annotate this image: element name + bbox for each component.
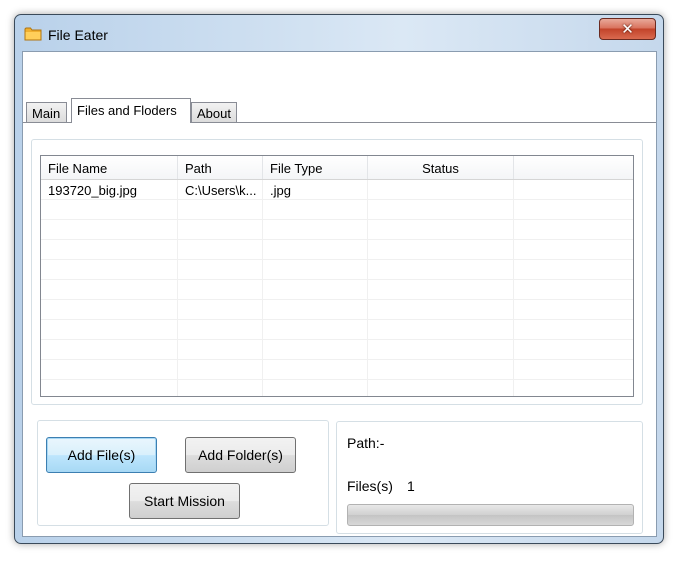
table-cell xyxy=(41,340,178,360)
table-cell xyxy=(368,200,514,220)
table-cell xyxy=(263,380,368,396)
table-cell xyxy=(514,340,633,360)
table-cell xyxy=(368,340,514,360)
table-cell xyxy=(368,260,514,280)
column-header-file-name[interactable]: File Name xyxy=(41,156,178,179)
empty-row xyxy=(41,340,633,360)
app-window: File Eater ✕ Main Files and Floders Abou… xyxy=(14,14,664,544)
column-header-empty xyxy=(514,156,633,179)
table-cell xyxy=(263,200,368,220)
table-cell xyxy=(263,360,368,380)
table-cell xyxy=(178,360,263,380)
table-cell xyxy=(368,280,514,300)
table-cell xyxy=(514,320,633,340)
table-cell xyxy=(41,320,178,340)
info-group: Path:- Files(s) 1 xyxy=(336,421,643,534)
table-row[interactable]: 193720_big.jpg C:\Users\k... .jpg xyxy=(41,180,633,200)
empty-row xyxy=(41,280,633,300)
empty-row xyxy=(41,360,633,380)
start-mission-button[interactable]: Start Mission xyxy=(129,483,240,519)
table-cell xyxy=(368,300,514,320)
table-cell xyxy=(514,280,633,300)
table-cell xyxy=(178,320,263,340)
column-header-path[interactable]: Path xyxy=(178,156,263,179)
progress-bar xyxy=(347,504,634,526)
table-cell xyxy=(41,380,178,396)
window-title: File Eater xyxy=(48,27,108,43)
files-count-label: Files(s) xyxy=(347,478,393,494)
folder-icon xyxy=(24,27,42,41)
table-cell xyxy=(178,280,263,300)
table-cell xyxy=(178,240,263,260)
table-cell: 193720_big.jpg xyxy=(41,180,178,200)
table-cell xyxy=(41,300,178,320)
table-cell xyxy=(178,380,263,396)
close-button[interactable]: ✕ xyxy=(599,18,656,40)
table-cell xyxy=(514,380,633,396)
table-cell xyxy=(263,220,368,240)
title-bar[interactable]: File Eater ✕ xyxy=(15,15,663,49)
table-cell xyxy=(368,320,514,340)
file-list[interactable]: File Name Path File Type Status 193720_b… xyxy=(40,155,634,397)
client-area: Main Files and Floders About File Name P… xyxy=(22,51,657,537)
table-cell xyxy=(263,300,368,320)
file-list-header: File Name Path File Type Status xyxy=(41,156,633,180)
table-cell xyxy=(514,360,633,380)
table-cell xyxy=(178,300,263,320)
files-tab-panel: File Name Path File Type Status 193720_b… xyxy=(23,122,656,536)
tab-about[interactable]: About xyxy=(191,102,237,122)
table-cell xyxy=(368,360,514,380)
files-count-value: 1 xyxy=(407,478,415,494)
table-cell xyxy=(514,260,633,280)
table-cell: C:\Users\k... xyxy=(178,180,263,200)
empty-row xyxy=(41,240,633,260)
table-cell xyxy=(368,380,514,396)
table-cell xyxy=(41,200,178,220)
table-cell xyxy=(514,200,633,220)
table-cell xyxy=(263,340,368,360)
table-cell xyxy=(514,300,633,320)
empty-row xyxy=(41,300,633,320)
table-cell xyxy=(263,320,368,340)
column-header-file-type[interactable]: File Type xyxy=(263,156,368,179)
table-cell xyxy=(514,180,633,200)
table-cell xyxy=(263,260,368,280)
table-cell xyxy=(178,200,263,220)
empty-row xyxy=(41,380,633,396)
empty-row xyxy=(41,200,633,220)
table-cell xyxy=(263,240,368,260)
table-cell: .jpg xyxy=(263,180,368,200)
column-header-status[interactable]: Status xyxy=(368,156,514,179)
table-cell xyxy=(263,280,368,300)
table-cell xyxy=(41,360,178,380)
table-cell xyxy=(514,240,633,260)
add-files-button[interactable]: Add File(s) xyxy=(46,437,157,473)
add-folder-button[interactable]: Add Folder(s) xyxy=(185,437,296,473)
table-cell xyxy=(41,220,178,240)
table-cell xyxy=(368,240,514,260)
empty-row xyxy=(41,320,633,340)
table-cell xyxy=(368,220,514,240)
table-cell xyxy=(178,220,263,240)
table-cell xyxy=(368,180,514,200)
tab-main[interactable]: Main xyxy=(26,102,67,122)
path-label: Path:- xyxy=(347,435,385,451)
empty-row xyxy=(41,260,633,280)
tab-files-and-floders[interactable]: Files and Floders xyxy=(71,98,191,123)
empty-row xyxy=(41,220,633,240)
table-cell xyxy=(41,280,178,300)
table-cell xyxy=(178,260,263,280)
file-list-group: File Name Path File Type Status 193720_b… xyxy=(31,139,643,405)
table-cell xyxy=(41,260,178,280)
table-cell xyxy=(41,240,178,260)
table-cell xyxy=(514,220,633,240)
close-icon: ✕ xyxy=(621,21,634,38)
action-buttons-group: Add File(s) Add Folder(s) Start Mission xyxy=(37,420,329,526)
file-list-body: 193720_big.jpg C:\Users\k... .jpg xyxy=(41,180,633,396)
table-cell xyxy=(178,340,263,360)
